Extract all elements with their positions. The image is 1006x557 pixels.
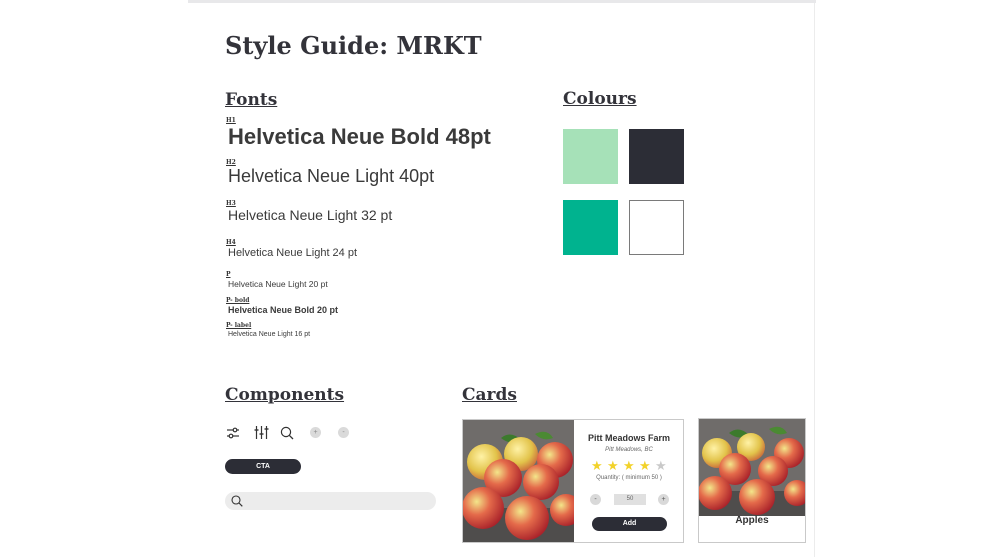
colour-swatch-charcoal [629,129,684,184]
add-button[interactable]: Add [592,517,667,531]
star-filled-icon: ★ [591,458,603,473]
colour-swatch-white [629,200,684,255]
font-sample-h4: Helvetica Neue Light 24 pt [228,247,358,259]
star-empty-icon: ★ [655,458,667,473]
font-sample-p: Helvetica Neue Light 20 pt [228,279,328,289]
font-sample-h1: Helvetica Neue Bold 48pt [228,124,491,149]
font-sample-h2: Helvetica Neue Light 40pt [228,166,435,186]
font-tag-h2: H2 [226,159,236,166]
colour-swatch-teal [563,200,618,255]
font-tag-h1: H1 [226,117,236,124]
equalizer-icon[interactable] [254,425,269,440]
colours-heading: Colours [563,89,637,109]
star-filled-icon: ★ [623,458,635,473]
quantity-increment-button[interactable]: + [658,494,669,505]
colour-swatch-mint [563,129,618,184]
font-sample-p-label: Helvetica Neue Light 16 pt [228,331,311,338]
cards-heading: Cards [462,385,517,405]
font-tag-h4: H4 [226,239,236,246]
search-input[interactable] [225,492,436,510]
rating-stars: ★ ★ ★ ★ ★ [591,457,671,473]
components-heading: Components [225,385,345,405]
font-sample-h3: Helvetica Neue Light 32 pt [228,207,393,223]
top-divider [188,0,816,3]
font-tag-p-bold: P- bold [226,297,250,304]
page-edge [814,3,815,557]
apples-photo [463,420,574,542]
cta-button[interactable]: CTA [225,459,301,474]
font-tag-h3: H3 [226,200,236,207]
font-sample-p-bold: Helvetica Neue Bold 20 pt [228,305,339,315]
quantity-decrement-button[interactable]: - [590,494,601,505]
farm-card-location: Pitt Meadows, BC [605,447,653,453]
minus-icon[interactable]: - [338,427,349,438]
star-filled-icon: ★ [639,458,651,473]
quantity-stepper[interactable]: 50 [614,494,646,505]
star-filled-icon: ★ [607,458,619,473]
quantity-label: Quantity: ( minimum 50 ) [596,475,662,481]
plus-icon[interactable]: + [310,427,321,438]
product-card-label: Apples [735,515,769,526]
fonts-heading: Fonts [225,90,278,110]
font-tag-p: P [226,271,231,278]
filter-icon[interactable] [226,426,240,440]
farm-card-title: Pitt Meadows Farm [587,433,670,443]
search-icon[interactable] [280,426,294,440]
apples-photo [699,419,805,516]
font-tag-p-label: P- label [226,322,252,329]
search-icon [231,495,243,507]
page-title: Style Guide: MRKT [225,31,482,60]
